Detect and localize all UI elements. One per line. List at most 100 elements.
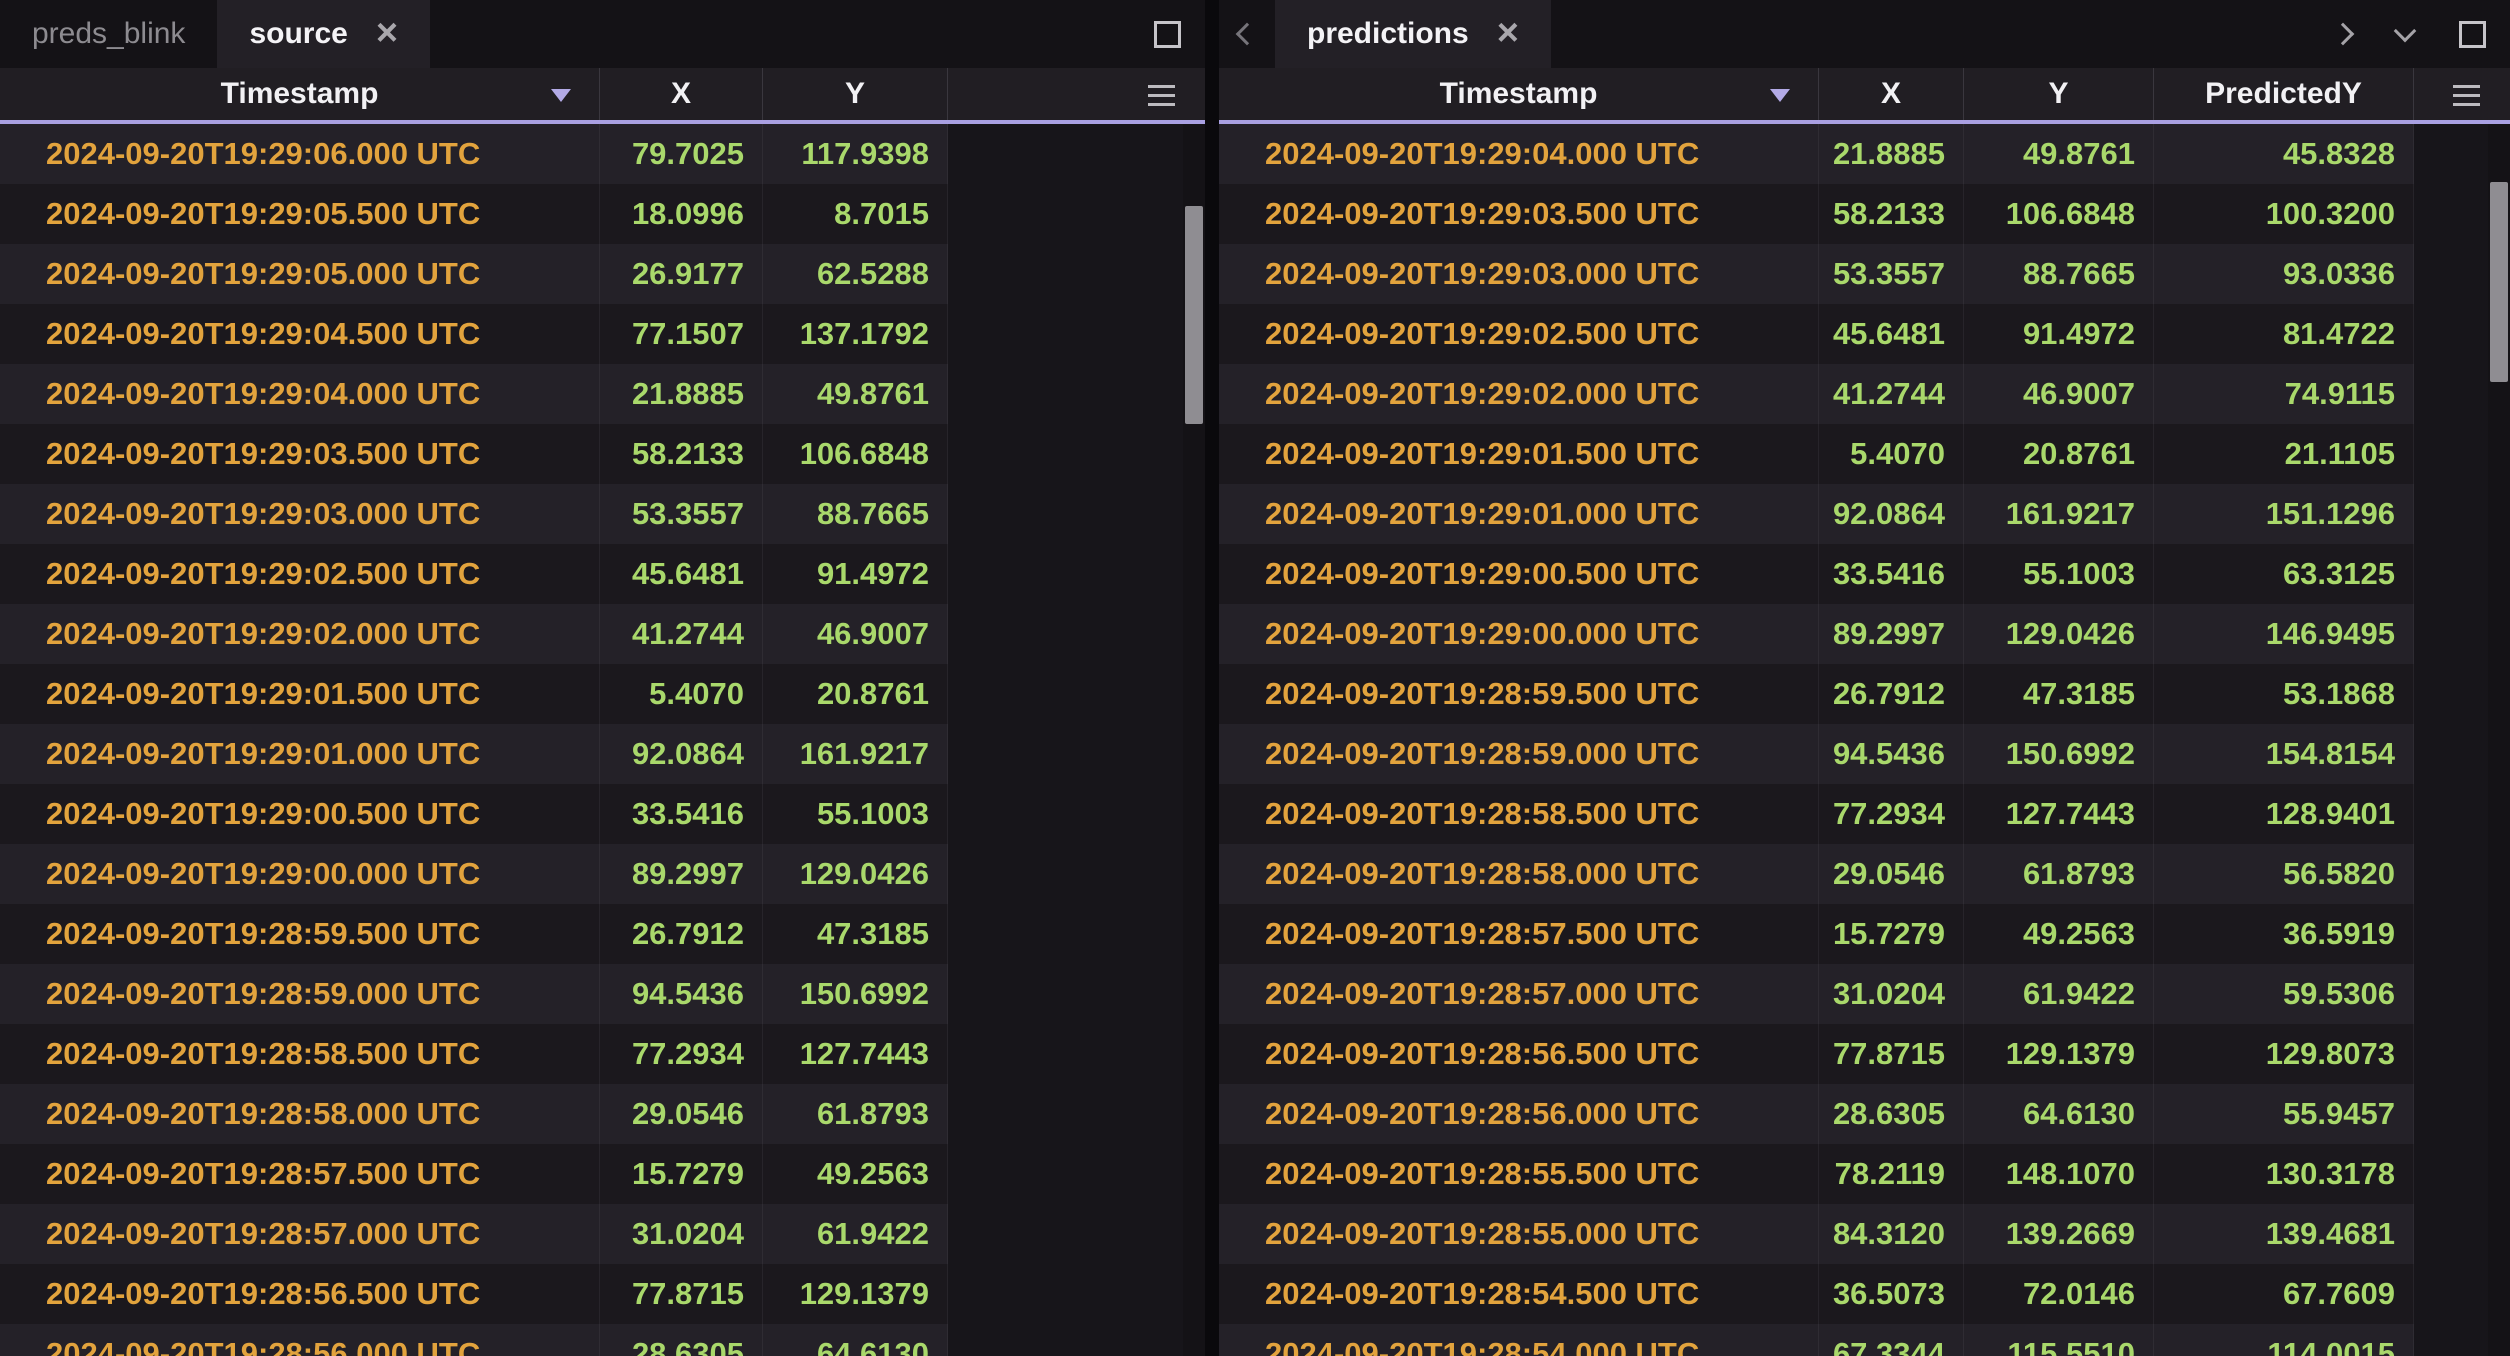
cell-y[interactable]: 129.1379 [763, 1264, 948, 1324]
cell-timestamp[interactable]: 2024-09-20T19:29:00.000 UTC [1219, 604, 1819, 664]
cell-timestamp[interactable]: 2024-09-20T19:29:01.000 UTC [0, 724, 600, 784]
cell-y[interactable]: 64.6130 [1964, 1084, 2154, 1144]
cell-predictedy[interactable]: 67.7609 [2154, 1264, 2414, 1324]
cell-x[interactable]: 77.1507 [600, 304, 763, 364]
table-row[interactable]: 2024-09-20T19:29:01.500 UTC 5.4070 20.87… [1219, 424, 2510, 484]
cell-timestamp[interactable]: 2024-09-20T19:29:01.500 UTC [1219, 424, 1819, 484]
table-row[interactable]: 2024-09-20T19:28:59.500 UTC 26.7912 47.3… [1219, 664, 2510, 724]
cell-y[interactable]: 49.8761 [763, 364, 948, 424]
cell-predictedy[interactable]: 129.8073 [2154, 1024, 2414, 1084]
table-row[interactable]: 2024-09-20T19:28:59.500 UTC 26.7912 47.3… [0, 904, 1205, 964]
cell-y[interactable]: 46.9007 [1964, 364, 2154, 424]
cell-y[interactable]: 61.8793 [763, 1084, 948, 1144]
cell-y[interactable]: 61.8793 [1964, 844, 2154, 904]
close-icon[interactable]: × [376, 14, 398, 52]
table-row[interactable]: 2024-09-20T19:29:06.000 UTC 79.7025 117.… [0, 124, 1205, 184]
table-menu-icon[interactable] [1148, 85, 1175, 106]
cell-timestamp[interactable]: 2024-09-20T19:29:04.000 UTC [1219, 124, 1819, 184]
cell-x[interactable]: 92.0864 [1819, 484, 1964, 544]
table-row[interactable]: 2024-09-20T19:29:03.500 UTC 58.2133 106.… [1219, 184, 2510, 244]
cell-x[interactable]: 26.9177 [600, 244, 763, 304]
cell-timestamp[interactable]: 2024-09-20T19:29:03.500 UTC [0, 424, 600, 484]
close-icon[interactable]: × [1497, 14, 1519, 52]
cell-timestamp[interactable]: 2024-09-20T19:29:00.000 UTC [0, 844, 600, 904]
cell-x[interactable]: 77.8715 [600, 1264, 763, 1324]
cell-y[interactable]: 150.6992 [763, 964, 948, 1024]
cell-x[interactable]: 89.2997 [600, 844, 763, 904]
column-header-y[interactable]: Y [1964, 68, 2154, 120]
table-row[interactable]: 2024-09-20T19:29:02.500 UTC 45.6481 91.4… [0, 544, 1205, 604]
cell-x[interactable]: 53.3557 [1819, 244, 1964, 304]
cell-y[interactable]: 55.1003 [763, 784, 948, 844]
cell-y[interactable]: 49.2563 [763, 1144, 948, 1204]
cell-predictedy[interactable]: 128.9401 [2154, 784, 2414, 844]
cell-predictedy[interactable]: 56.5820 [2154, 844, 2414, 904]
cell-y[interactable]: 64.6130 [763, 1324, 948, 1356]
vertical-scrollbar[interactable] [2488, 124, 2510, 1356]
cell-timestamp[interactable]: 2024-09-20T19:28:54.000 UTC [1219, 1324, 1819, 1356]
cell-y[interactable]: 129.1379 [1964, 1024, 2154, 1084]
cell-x[interactable]: 92.0864 [600, 724, 763, 784]
cell-timestamp[interactable]: 2024-09-20T19:29:01.000 UTC [1219, 484, 1819, 544]
table-row[interactable]: 2024-09-20T19:29:00.000 UTC 89.2997 129.… [1219, 604, 2510, 664]
column-header-y[interactable]: Y [763, 68, 948, 120]
cell-x[interactable]: 79.7025 [600, 124, 763, 184]
table-row[interactable]: 2024-09-20T19:29:02.500 UTC 45.6481 91.4… [1219, 304, 2510, 364]
cell-x[interactable]: 77.2934 [1819, 784, 1964, 844]
cell-timestamp[interactable]: 2024-09-20T19:28:54.500 UTC [1219, 1264, 1819, 1324]
cell-timestamp[interactable]: 2024-09-20T19:29:03.000 UTC [1219, 244, 1819, 304]
cell-y[interactable]: 47.3185 [763, 904, 948, 964]
cell-predictedy[interactable]: 100.3200 [2154, 184, 2414, 244]
cell-predictedy[interactable]: 59.5306 [2154, 964, 2414, 1024]
table-row[interactable]: 2024-09-20T19:28:58.500 UTC 77.2934 127.… [1219, 784, 2510, 844]
table-row[interactable]: 2024-09-20T19:29:01.000 UTC 92.0864 161.… [1219, 484, 2510, 544]
cell-timestamp[interactable]: 2024-09-20T19:29:03.000 UTC [0, 484, 600, 544]
cell-x[interactable]: 26.7912 [1819, 664, 1964, 724]
cell-timestamp[interactable]: 2024-09-20T19:29:04.000 UTC [0, 364, 600, 424]
cell-timestamp[interactable]: 2024-09-20T19:29:03.500 UTC [1219, 184, 1819, 244]
table-row[interactable]: 2024-09-20T19:28:56.500 UTC 77.8715 129.… [1219, 1024, 2510, 1084]
table-row[interactable]: 2024-09-20T19:28:56.000 UTC 28.6305 64.6… [0, 1324, 1205, 1356]
cell-y[interactable]: 139.2669 [1964, 1204, 2154, 1264]
cell-timestamp[interactable]: 2024-09-20T19:29:04.500 UTC [0, 304, 600, 364]
cell-timestamp[interactable]: 2024-09-20T19:28:58.000 UTC [0, 1084, 600, 1144]
table-row[interactable]: 2024-09-20T19:28:57.500 UTC 15.7279 49.2… [1219, 904, 2510, 964]
column-header-predictedy[interactable]: PredictedY [2154, 68, 2414, 120]
cell-predictedy[interactable]: 154.8154 [2154, 724, 2414, 784]
cell-y[interactable]: 8.7015 [763, 184, 948, 244]
table-row[interactable]: 2024-09-20T19:29:00.000 UTC 89.2997 129.… [0, 844, 1205, 904]
table-row[interactable]: 2024-09-20T19:28:54.000 UTC 67.3344 115.… [1219, 1324, 2510, 1356]
cell-y[interactable]: 88.7665 [1964, 244, 2154, 304]
table-row[interactable]: 2024-09-20T19:29:01.500 UTC 5.4070 20.87… [0, 664, 1205, 724]
cell-y[interactable]: 49.2563 [1964, 904, 2154, 964]
cell-y[interactable]: 91.4972 [1964, 304, 2154, 364]
cell-x[interactable]: 53.3557 [600, 484, 763, 544]
cell-timestamp[interactable]: 2024-09-20T19:29:00.500 UTC [1219, 544, 1819, 604]
cell-predictedy[interactable]: 53.1868 [2154, 664, 2414, 724]
tab-preds-blink[interactable]: preds_blink [0, 0, 217, 68]
table-row[interactable]: 2024-09-20T19:29:03.000 UTC 53.3557 88.7… [1219, 244, 2510, 304]
chevron-down-icon[interactable] [2394, 20, 2417, 43]
cell-x[interactable]: 77.2934 [600, 1024, 763, 1084]
cell-timestamp[interactable]: 2024-09-20T19:28:57.000 UTC [1219, 964, 1819, 1024]
cell-x[interactable]: 78.2119 [1819, 1144, 1964, 1204]
cell-y[interactable]: 62.5288 [763, 244, 948, 304]
table-row[interactable]: 2024-09-20T19:29:02.000 UTC 41.2744 46.9… [0, 604, 1205, 664]
maximize-icon[interactable] [1154, 21, 1181, 48]
cell-y[interactable]: 137.1792 [763, 304, 948, 364]
cell-timestamp[interactable]: 2024-09-20T19:28:59.000 UTC [0, 964, 600, 1024]
cell-x[interactable]: 21.8885 [1819, 124, 1964, 184]
cell-x[interactable]: 29.0546 [1819, 844, 1964, 904]
cell-y[interactable]: 72.0146 [1964, 1264, 2154, 1324]
cell-predictedy[interactable]: 63.3125 [2154, 544, 2414, 604]
cell-predictedy[interactable]: 81.4722 [2154, 304, 2414, 364]
cell-timestamp[interactable]: 2024-09-20T19:29:06.000 UTC [0, 124, 600, 184]
cell-y[interactable]: 61.9422 [1964, 964, 2154, 1024]
cell-y[interactable]: 47.3185 [1964, 664, 2154, 724]
cell-y[interactable]: 106.6848 [763, 424, 948, 484]
table-row[interactable]: 2024-09-20T19:29:00.500 UTC 33.5416 55.1… [1219, 544, 2510, 604]
cell-timestamp[interactable]: 2024-09-20T19:28:57.500 UTC [0, 1144, 600, 1204]
cell-y[interactable]: 115.5510 [1964, 1324, 2154, 1356]
cell-x[interactable]: 94.5436 [600, 964, 763, 1024]
cell-timestamp[interactable]: 2024-09-20T19:28:59.500 UTC [1219, 664, 1819, 724]
